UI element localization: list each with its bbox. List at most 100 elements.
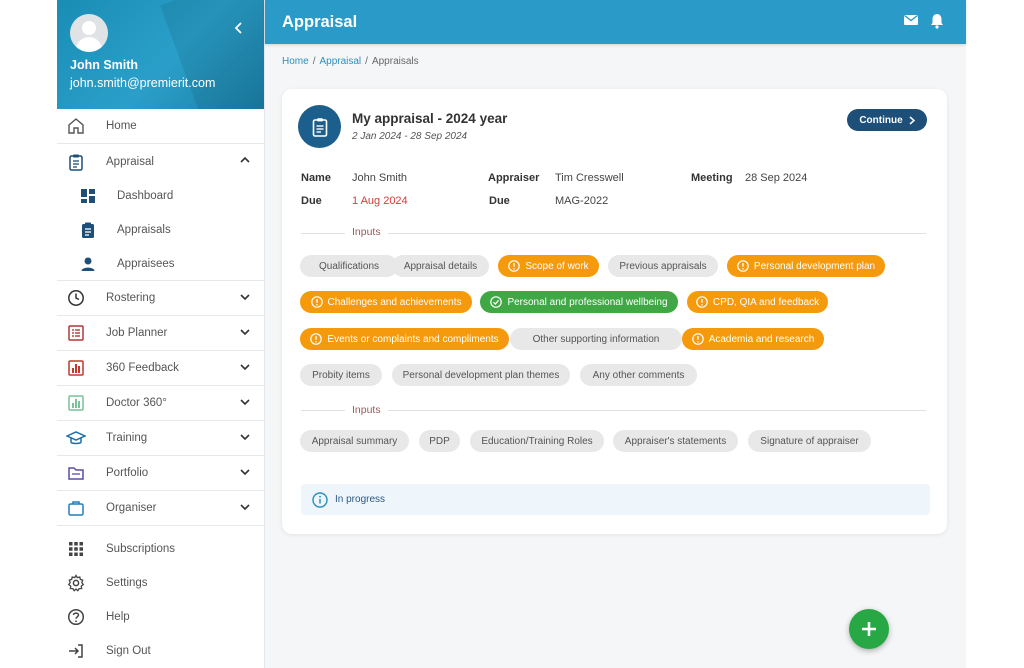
- sidebar-item-settings[interactable]: Settings: [57, 566, 264, 600]
- chart-icon: [66, 358, 86, 378]
- sidebar-item-label: Subscriptions: [106, 543, 176, 555]
- plus-icon: [862, 622, 876, 636]
- section-chip[interactable]: PDP: [419, 430, 460, 452]
- sidebar-subitem-appraisees[interactable]: Appraisees: [57, 247, 264, 281]
- sidebar-item-label: Sign Out: [106, 645, 151, 657]
- meeting-label: Meeting: [691, 172, 733, 184]
- check-icon: [490, 296, 503, 308]
- section-chip[interactable]: Other supporting information: [510, 328, 682, 350]
- main-content: Appraisal Home / Appraisal / Appraisals My a…: [265, 0, 966, 668]
- sidebar-item-label: Appraisal: [106, 155, 154, 168]
- warning-icon: [310, 333, 323, 345]
- breadcrumb-home-link[interactable]: Home: [282, 56, 309, 67]
- info-icon: [312, 491, 328, 508]
- section-chip[interactable]: CPD, QIA and feedback: [687, 291, 828, 313]
- section-chip[interactable]: Events or complaints and compliments: [300, 328, 509, 350]
- chevron-right-icon: [909, 115, 915, 125]
- sidebar-item-label: Home: [106, 120, 137, 132]
- warning-icon: [310, 296, 323, 308]
- section-chip[interactable]: Qualifications: [300, 255, 398, 277]
- chevron-up-icon: [240, 156, 250, 163]
- sidebar-item-appraisal[interactable]: Appraisal: [57, 144, 264, 179]
- section-chip[interactable]: Academia and research: [682, 328, 824, 350]
- meeting-value: 28 Sep 2024: [745, 172, 808, 184]
- chip-label: Appraisal details: [403, 260, 478, 272]
- section-chip[interactable]: Signature of appraiser: [748, 430, 871, 452]
- chip-label: Signature of appraiser: [760, 435, 859, 447]
- sidebar-item-label: Help: [106, 611, 130, 623]
- user-name: John Smith: [70, 58, 139, 72]
- sidebar-subitem-label: Appraisals: [117, 224, 171, 236]
- clock-icon: [66, 288, 86, 308]
- bell-icon[interactable]: [930, 13, 944, 34]
- section-chip[interactable]: Personal and professional wellbeing: [480, 291, 678, 313]
- chip-label: Events or complaints and compliments: [327, 333, 499, 345]
- sidebar-subitem-label: Dashboard: [117, 190, 174, 202]
- briefcase-icon: [66, 498, 86, 518]
- sidebar-item-training[interactable]: Training: [57, 421, 264, 456]
- breadcrumb: Home / Appraisal / Appraisals: [282, 56, 419, 67]
- collapse-sidebar-button[interactable]: [234, 21, 244, 37]
- sidebar-item-label: Job Planner: [106, 327, 168, 339]
- chip-label: Personal development plan themes: [402, 369, 560, 381]
- sidebar-item-help[interactable]: Help: [57, 600, 264, 634]
- page-title: Appraisal: [282, 12, 358, 31]
- section-chip[interactable]: Appraisal details: [392, 255, 489, 277]
- sidebar-item-rostering[interactable]: Rostering: [57, 281, 264, 316]
- chip-label: Appraiser's statements: [624, 435, 727, 447]
- chevron-down-icon: [240, 399, 250, 406]
- sidebar-item-sign-out[interactable]: Sign Out: [57, 634, 264, 668]
- mail-icon[interactable]: [903, 13, 919, 34]
- status-text: In progress: [335, 494, 386, 505]
- section-inputs-label: Inputs: [345, 226, 388, 238]
- sidebar-item-home[interactable]: Home: [57, 109, 264, 144]
- name-value: John Smith: [352, 172, 408, 184]
- warning-icon: [691, 333, 704, 345]
- section-chip[interactable]: Appraiser's statements: [613, 430, 738, 452]
- sidebar-item-subscriptions[interactable]: Subscriptions: [57, 532, 264, 566]
- sidebar-item-job-planner[interactable]: Job Planner: [57, 316, 264, 351]
- chip-label: Appraisal summary: [311, 435, 398, 447]
- appraiser-value: Tim Cresswell: [555, 172, 624, 184]
- section-chip[interactable]: Scope of work: [498, 255, 599, 277]
- due-label: Due: [301, 195, 322, 207]
- sidebar-subitem-label: Appraisees: [117, 257, 175, 270]
- section-divider: [301, 233, 926, 234]
- chevron-down-icon: [240, 469, 250, 476]
- grid-icon: [66, 539, 86, 559]
- section-chip[interactable]: Any other comments: [580, 364, 697, 386]
- add-button[interactable]: [849, 609, 889, 649]
- avatar[interactable]: [70, 14, 108, 52]
- appraisal-dates: 2 Jan 2024 - 28 Sep 2024: [352, 131, 468, 142]
- chip-label: Personal and professional wellbeing: [507, 296, 668, 308]
- section-chip[interactable]: Personal development plan: [727, 255, 885, 277]
- sidebar-subitem-appraisals[interactable]: Appraisals: [57, 213, 264, 247]
- sidebar-item-360-feedback[interactable]: 360 Feedback: [57, 351, 264, 386]
- list-icon: [66, 323, 86, 343]
- clipboard-icon: [66, 152, 86, 172]
- sidebar-item-label: Portfolio: [106, 467, 149, 479]
- gear-icon: [66, 573, 86, 593]
- section-chip[interactable]: Education/Training Roles: [470, 430, 604, 452]
- continue-button[interactable]: Continue: [847, 109, 927, 131]
- chip-label: Previous appraisals: [619, 260, 707, 272]
- sidebar: John Smith john.smith@premierit.com Home…: [57, 0, 265, 668]
- breadcrumb-current: Appraisals: [371, 56, 419, 67]
- breadcrumb-appraisal-link[interactable]: Appraisal: [319, 56, 361, 67]
- chevron-down-icon: [240, 504, 250, 511]
- section-chip[interactable]: Personal development plan themes: [392, 364, 570, 386]
- sidebar-item-portfolio[interactable]: Portfolio: [57, 456, 264, 491]
- section-chip[interactable]: Probity items: [300, 364, 382, 386]
- warning-icon: [737, 260, 749, 272]
- home-icon: [66, 116, 86, 136]
- sidebar-item-organiser[interactable]: Organiser: [57, 491, 264, 526]
- section-chip[interactable]: Previous appraisals: [608, 255, 718, 277]
- chip-label: Other supporting information: [532, 333, 660, 345]
- sidebar-item-doctor-360[interactable]: Doctor 360°: [57, 386, 264, 421]
- section-chip[interactable]: Challenges and achievements: [300, 291, 472, 313]
- chip-label: Academia and research: [708, 333, 815, 345]
- sidebar-subitem-dashboard[interactable]: Dashboard: [57, 179, 264, 213]
- section-chip[interactable]: Appraisal summary: [300, 430, 409, 452]
- profile-header: John Smith john.smith@premierit.com: [57, 0, 264, 109]
- chevron-down-icon: [240, 364, 250, 371]
